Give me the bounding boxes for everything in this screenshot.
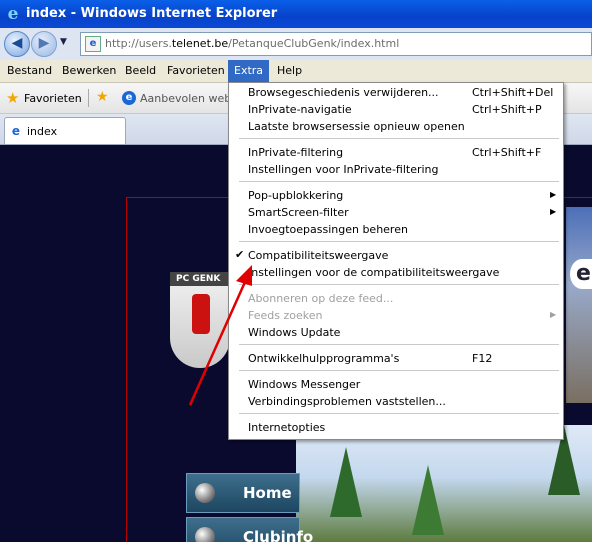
- club-logo: PC GENK: [170, 272, 230, 368]
- menu-item-developer-tools[interactable]: Ontwikkelhulpprogramma's F12: [229, 350, 563, 367]
- site-nav-label: Clubinfo: [243, 528, 314, 542]
- menu-item-reopen-session[interactable]: Laatste browsersessie opnieuw openen: [229, 118, 563, 135]
- header-bubble: e: [570, 259, 592, 289]
- ie-logo-icon: e: [7, 4, 19, 24]
- divider: [88, 89, 89, 107]
- menu-bewerken[interactable]: Bewerken: [56, 60, 122, 82]
- add-to-favorites-icon[interactable]: ★: [96, 89, 109, 105]
- ie-page-icon: e: [11, 124, 21, 138]
- menu-item-subscribe-feed: Abonneren op deze feed...: [248, 292, 394, 305]
- forward-button[interactable]: ▶: [31, 31, 57, 57]
- submenu-arrow-icon: ▶: [550, 190, 557, 199]
- submenu-arrow-icon: ▶: [550, 207, 557, 216]
- menu-bestand[interactable]: Bestand: [1, 60, 58, 82]
- title-bar: e index - Windows Internet Explorer: [0, 0, 592, 28]
- site-nav-label: Home: [243, 484, 292, 502]
- menu-item-windows-update[interactable]: Windows Update: [229, 324, 563, 341]
- petanque-ball-icon: [195, 483, 215, 503]
- address-url[interactable]: http://users.telenet.be/PetanqueClubGenk…: [105, 37, 399, 50]
- menu-item-inprivate-browsing[interactable]: InPrivate-navigatie Ctrl+Shift+P: [229, 101, 563, 118]
- petanque-player-figure: [192, 294, 210, 334]
- menu-item-inprivate-filtering-settings[interactable]: Instellingen voor InPrivate-filtering: [229, 161, 563, 178]
- tree-image: [412, 465, 444, 535]
- logo-text: PC GENK: [170, 272, 230, 286]
- menu-separator: [239, 241, 559, 242]
- menu-item-find-feeds: Feeds zoeken ▶: [248, 309, 557, 322]
- menu-beeld[interactable]: Beeld: [119, 60, 162, 82]
- tab-index[interactable]: e index: [4, 117, 126, 144]
- tree-image: [330, 447, 362, 517]
- page-icon: e: [85, 36, 101, 52]
- window-title: index - Windows Internet Explorer: [26, 6, 278, 21]
- extra-menu-dropdown: Browsegeschiedenis verwijderen... Ctrl+S…: [228, 82, 564, 440]
- navigation-bar: ◀ ▶ ▼ e http://users.telenet.be/Petanque…: [0, 28, 592, 60]
- menu-item-popup-blocker[interactable]: Pop-upblokkering ▶: [229, 187, 563, 204]
- menu-separator: [239, 181, 559, 182]
- header-photo: e: [566, 207, 592, 403]
- address-bar[interactable]: e http://users.telenet.be/PetanqueClubGe…: [80, 32, 592, 56]
- menu-item-diagnose-connection[interactable]: Verbindingsproblemen vaststellen...: [229, 393, 563, 410]
- submenu-arrow-icon: ▶: [550, 310, 557, 319]
- site-nav-home[interactable]: Home: [186, 473, 300, 513]
- menu-separator: [239, 344, 559, 345]
- ie-page-icon: e: [122, 91, 136, 105]
- menu-item-manage-addons[interactable]: Invoegtoepassingen beheren: [229, 221, 563, 238]
- menu-item-inprivate-filtering[interactable]: InPrivate-filtering Ctrl+Shift+F: [229, 144, 563, 161]
- menu-separator: [239, 138, 559, 139]
- menu-separator: [239, 284, 559, 285]
- menu-extra[interactable]: Extra: [228, 60, 270, 82]
- menu-item-internet-options[interactable]: Internetopties: [229, 419, 563, 436]
- menu-separator: [239, 413, 559, 414]
- checkmark-icon: ✔: [235, 248, 245, 261]
- menu-separator: [239, 370, 559, 371]
- site-nav-clubinfo[interactable]: Clubinfo: [186, 517, 313, 542]
- menu-help[interactable]: Help: [271, 60, 308, 82]
- menu-favorieten[interactable]: Favorieten: [161, 60, 231, 82]
- petanque-ball-icon: [195, 527, 215, 542]
- menu-item-smartscreen[interactable]: SmartScreen-filter ▶: [229, 204, 563, 221]
- favorites-button-label[interactable]: Favorieten: [24, 92, 82, 105]
- recent-pages-dropdown-icon[interactable]: ▼: [60, 37, 67, 47]
- favorites-star-icon[interactable]: ★: [6, 89, 19, 107]
- menu-item-windows-messenger[interactable]: Windows Messenger: [229, 376, 563, 393]
- tab-label: index: [27, 125, 58, 138]
- back-button[interactable]: ◀: [4, 31, 30, 57]
- menu-item-compatibility-settings[interactable]: Instellingen voor de compatibiliteitswee…: [229, 264, 563, 281]
- menu-bar: Bestand Bewerken Beeld Favorieten Extra …: [0, 60, 592, 83]
- menu-item-compatibility-view[interactable]: ✔ Compatibiliteitsweergave: [229, 247, 563, 264]
- menu-item-delete-history[interactable]: Browsegeschiedenis verwijderen... Ctrl+S…: [229, 84, 563, 101]
- suggested-sites-link[interactable]: Aanbevolen websi: [140, 92, 240, 105]
